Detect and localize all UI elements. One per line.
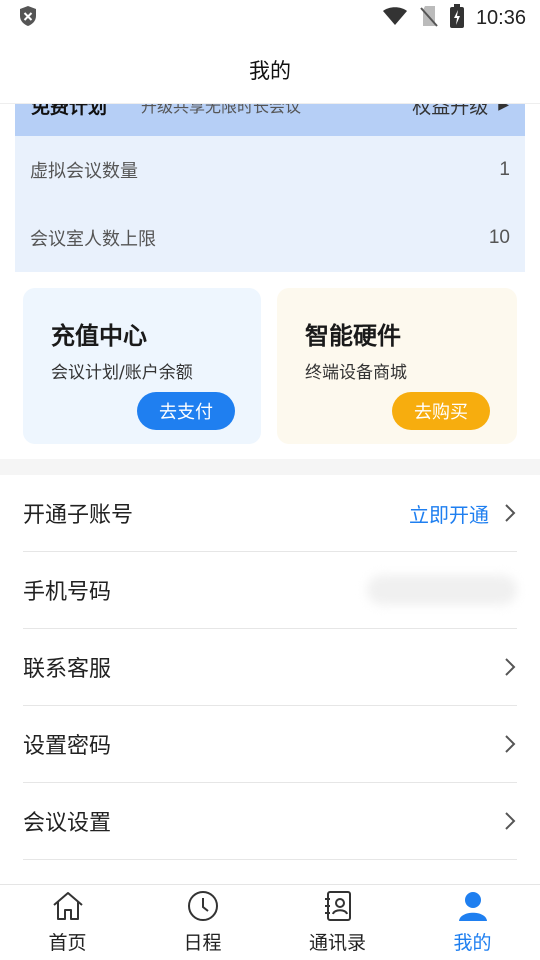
chevron-right-icon — [503, 502, 517, 524]
status-time: 10:36 — [475, 6, 526, 29]
tab-label: 日程 — [183, 932, 222, 954]
page-title: 我的 — [249, 58, 291, 83]
menu-item-label: 设置密码 — [23, 734, 112, 759]
phone-number-redacted — [367, 575, 517, 605]
tab-home[interactable]: 首页 — [0, 885, 135, 960]
battery-icon — [449, 4, 464, 32]
tab-label: 首页 — [48, 932, 87, 954]
hardware-subtitle: 终端设备商城 — [305, 363, 407, 383]
plan-card: 免费计划 升级共享无限时长会议 权益升级 ▶ 虚拟会议数量 1 会议室人数上限 … — [15, 104, 525, 272]
upgrade-link[interactable]: 权益升级 — [412, 104, 488, 119]
chevron-right-icon — [503, 656, 517, 678]
status-bar: 10:36 — [0, 0, 540, 36]
buy-button[interactable]: 去购买 — [392, 392, 490, 430]
plan-row-label: 会议室人数上限 — [30, 229, 156, 250]
menu-item-support[interactable]: 联系客服 — [23, 629, 517, 706]
bottom-tab-bar: 首页 日程 通讯录 我的 — [0, 884, 540, 960]
page-header: 我的 — [0, 36, 540, 104]
clock-icon — [187, 890, 219, 926]
tab-contacts[interactable]: 通讯录 — [270, 885, 405, 960]
menu-item-label: 联系客服 — [23, 657, 112, 682]
shield-icon — [18, 5, 38, 31]
chevron-right-icon — [503, 733, 517, 755]
wifi-icon — [382, 6, 408, 30]
hardware-card[interactable]: 智能硬件 终端设备商城 去购买 — [277, 288, 517, 444]
triangle-right-icon: ▶ — [498, 104, 509, 113]
no-sim-icon — [420, 5, 438, 31]
activate-now-link[interactable]: 立即开通 — [409, 499, 489, 528]
hardware-title: 智能硬件 — [305, 322, 401, 350]
pay-button[interactable]: 去支付 — [137, 392, 235, 430]
chevron-right-icon — [503, 810, 517, 832]
tab-me[interactable]: 我的 — [405, 885, 540, 960]
tab-label: 我的 — [453, 932, 492, 954]
menu-item-meeting-settings[interactable]: 会议设置 — [23, 783, 517, 860]
plan-row-value: 10 — [488, 227, 510, 248]
plan-row-capacity: 会议室人数上限 10 — [15, 204, 525, 272]
tab-label: 通讯录 — [308, 932, 366, 954]
plan-row-meetings: 虚拟会议数量 1 — [15, 136, 525, 204]
contacts-icon — [322, 890, 354, 926]
section-divider — [0, 459, 540, 475]
menu-item-label: 手机号码 — [23, 580, 112, 605]
plan-row-label: 虚拟会议数量 — [30, 161, 138, 182]
settings-menu: 开通子账号 立即开通 手机号码 联系客服 设置密码 会议设置 — [0, 475, 540, 860]
content-scroll[interactable]: 免费计划 升级共享无限时长会议 权益升级 ▶ 虚拟会议数量 1 会议室人数上限 … — [0, 104, 540, 884]
plan-description: 升级共享无限时长会议 — [141, 104, 302, 116]
menu-item-label: 开通子账号 — [23, 503, 134, 528]
plan-header[interactable]: 免费计划 升级共享无限时长会议 权益升级 ▶ — [15, 104, 525, 136]
tab-schedule[interactable]: 日程 — [135, 885, 270, 960]
plan-row-value: 1 — [499, 159, 510, 180]
person-icon — [457, 890, 489, 926]
menu-item-label: 会议设置 — [23, 811, 112, 836]
recharge-card[interactable]: 充值中心 会议计划/账户余额 去支付 — [23, 288, 261, 444]
menu-item-phone[interactable]: 手机号码 — [23, 552, 517, 629]
menu-item-password[interactable]: 设置密码 — [23, 706, 517, 783]
home-icon — [51, 890, 85, 926]
plan-name: 免费计划 — [31, 104, 108, 118]
recharge-subtitle: 会议计划/账户余额 — [51, 363, 193, 383]
recharge-title: 充值中心 — [51, 322, 147, 350]
menu-item-sub-account[interactable]: 开通子账号 立即开通 — [23, 475, 517, 552]
